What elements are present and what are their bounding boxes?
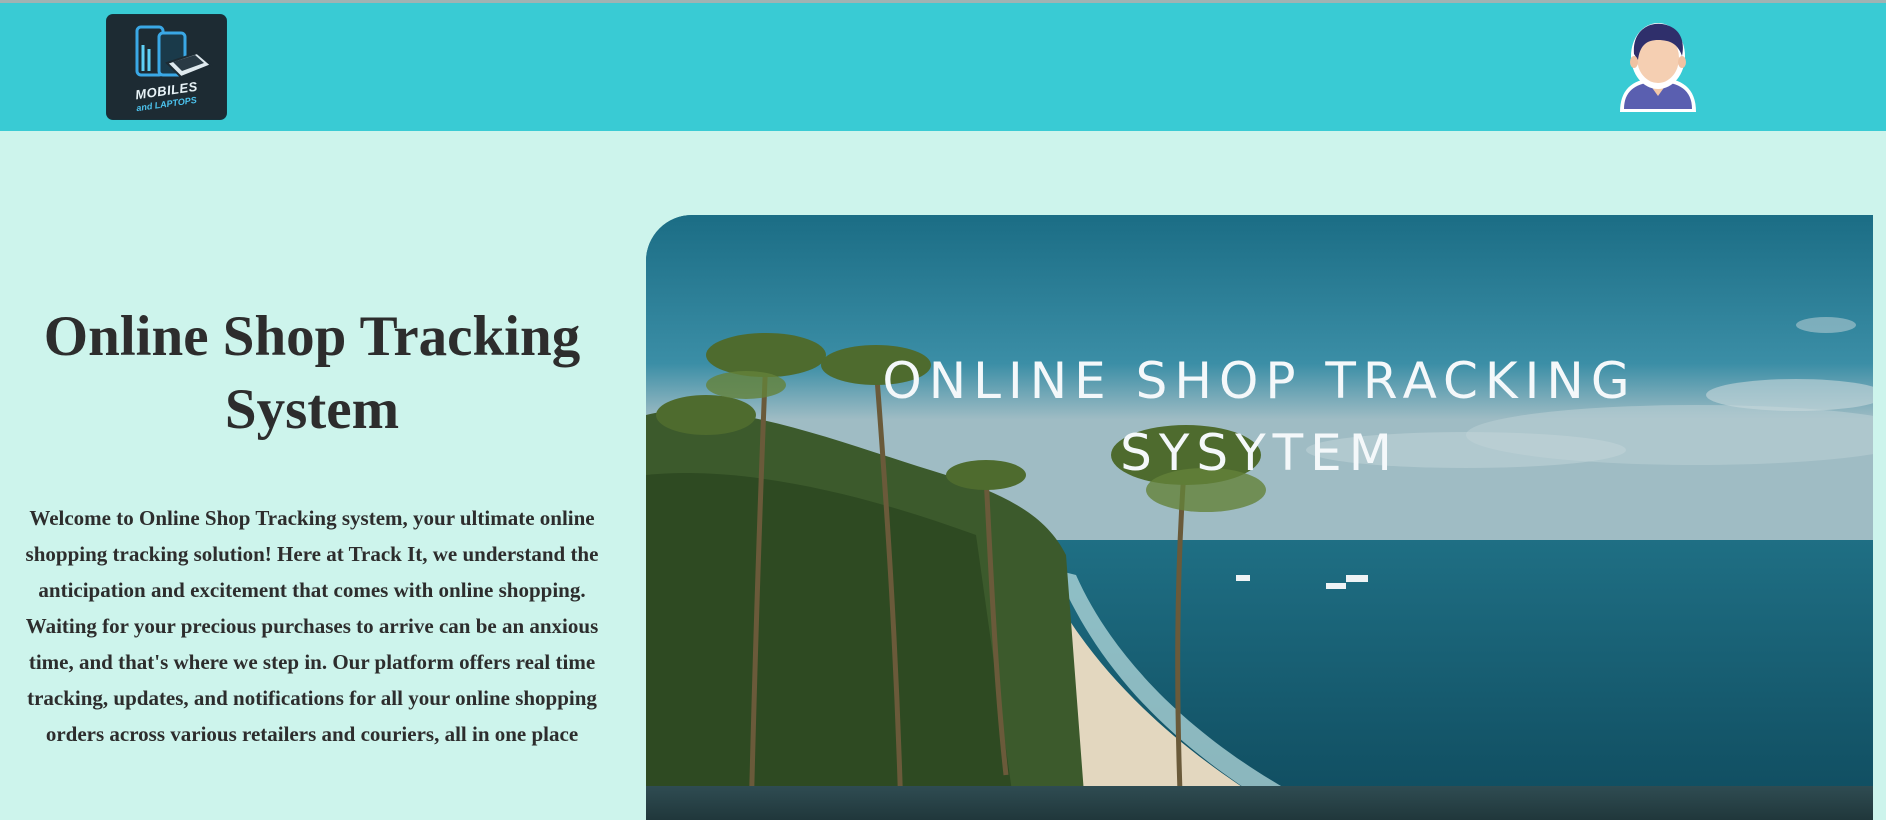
hero-title-line1: ONLINE SHOP TRACKING: [882, 352, 1637, 410]
hero-video[interactable]: ONLINE SHOP TRACKING SYSYTEM: [646, 215, 1873, 820]
profile-button[interactable]: [1612, 16, 1704, 118]
page-title: Online Shop Tracking System: [43, 305, 581, 441]
site-header: MOBILES and LAPTOPS: [0, 3, 1886, 131]
beach-scene-image: [646, 215, 1873, 820]
intro-description: Welcome to Online Shop Tracking system, …: [25, 506, 599, 746]
video-controls-bar[interactable]: [646, 786, 1873, 820]
intro-section: Online Shop Tracking System Welcome to O…: [12, 300, 612, 752]
site-logo[interactable]: MOBILES and LAPTOPS: [107, 15, 226, 119]
hero-title: ONLINE SHOP TRACKING SYSYTEM: [646, 345, 1873, 489]
hero-title-line2: SYSYTEM: [1120, 424, 1399, 482]
user-avatar-icon: [1620, 23, 1696, 112]
